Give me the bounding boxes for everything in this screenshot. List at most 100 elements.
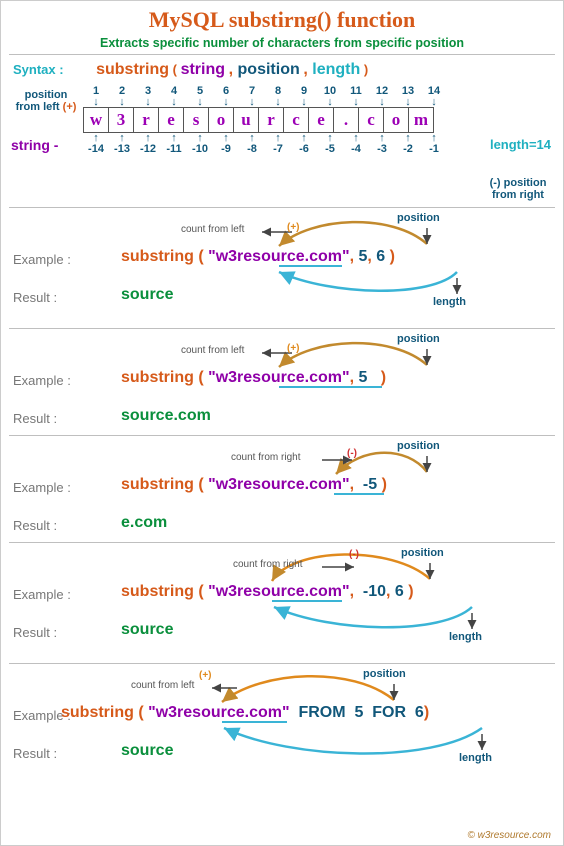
- example-code: substring ( "w3resource.com", -10, 6 ): [121, 583, 414, 601]
- up-arrow-icon: ↑: [213, 133, 239, 143]
- up-arrow-icon: ↑: [291, 133, 317, 143]
- bottom-index: -9: [213, 143, 239, 155]
- top-arrow-row: ↓↓↓↓↓↓↓↓↓↓↓↓↓↓: [83, 97, 447, 107]
- arrows-svg: [1, 664, 563, 792]
- pos-from-right-label: (-) position from right: [483, 177, 553, 201]
- arg-len: 6: [415, 704, 424, 721]
- result-label: Result :: [13, 746, 57, 761]
- minus-sign: (-): [490, 177, 501, 189]
- fn: substring: [121, 369, 194, 386]
- char-cell: m: [408, 107, 434, 133]
- arg-string: "w3resource.com": [208, 369, 349, 386]
- char-cell: r: [258, 107, 284, 133]
- bottom-index: -4: [343, 143, 369, 155]
- example-2: position count from left (+) Example : s…: [1, 329, 563, 435]
- result-value: source.com: [121, 407, 211, 425]
- bottom-index: -12: [135, 143, 161, 155]
- bottom-index: -5: [317, 143, 343, 155]
- up-arrow-icon: ↑: [135, 133, 161, 143]
- result-value: e.com: [121, 514, 167, 532]
- bottom-index: -11: [161, 143, 187, 155]
- from-kw: FROM: [298, 704, 345, 721]
- length-label: length=14: [490, 137, 551, 152]
- down-arrow-icon: ↓: [317, 97, 343, 107]
- pm-annot: (+): [287, 343, 300, 354]
- down-arrow-icon: ↓: [109, 97, 135, 107]
- example-label: Example :: [13, 252, 71, 267]
- char-cell: e: [308, 107, 334, 133]
- pm-annot: (-): [349, 549, 359, 560]
- fn: substring: [121, 248, 194, 265]
- bottom-index: -14: [83, 143, 109, 155]
- syntax-arg-position: position: [238, 61, 300, 78]
- up-arrow-icon: ↑: [109, 133, 135, 143]
- example-label: Example :: [13, 480, 71, 495]
- down-arrow-icon: ↓: [83, 97, 109, 107]
- bottom-index: -3: [369, 143, 395, 155]
- comma: ,: [229, 61, 238, 78]
- string-label: string -: [11, 137, 58, 153]
- bottom-index: -10: [187, 143, 213, 155]
- example-label: Example :: [13, 373, 71, 388]
- char-table: 1234567891011121314 ↓↓↓↓↓↓↓↓↓↓↓↓↓↓ w3res…: [83, 85, 447, 155]
- example-code: substring ( "w3resource.com", 5 ): [121, 369, 386, 387]
- up-arrow-icon: ↑: [343, 133, 369, 143]
- char-row: w3resource.com: [83, 107, 447, 133]
- result-value: source: [121, 742, 173, 760]
- length-annot: length: [459, 752, 492, 764]
- bottom-index: -2: [395, 143, 421, 155]
- length-annot: length: [449, 631, 482, 643]
- fn: substring: [121, 583, 194, 600]
- count-left-annot: count from left: [181, 345, 244, 356]
- char-cell: .: [333, 107, 359, 133]
- up-arrow-icon: ↑: [265, 133, 291, 143]
- syntax-fn: substring: [96, 61, 169, 78]
- char-cell: o: [208, 107, 234, 133]
- arg-pos: -5: [363, 476, 377, 493]
- result-label: Result :: [13, 411, 57, 426]
- result-label: Result :: [13, 518, 57, 533]
- arg-string: "w3resource.com": [208, 476, 349, 493]
- example-5: position count from left (+) length Exam…: [1, 664, 563, 792]
- length-annot: length: [433, 296, 466, 308]
- char-cell: o: [383, 107, 409, 133]
- result-value: source: [121, 621, 173, 639]
- bottom-arrow-row: ↑↑↑↑↑↑↑↑↑↑↑↑↑↑: [83, 133, 447, 143]
- position-annot: position: [363, 668, 406, 680]
- footer-credit: © w3resource.com: [467, 830, 551, 841]
- position-annot: position: [401, 547, 444, 559]
- syntax-arg-length: length: [312, 61, 360, 78]
- result-value: source: [121, 286, 173, 304]
- bottom-index-row: -14-13-12-11-10-9-8-7-6-5-4-3-2-1: [83, 143, 447, 155]
- position-grid: position from left (+) string - length=1…: [11, 85, 553, 205]
- count-left-annot: count from left: [131, 680, 194, 691]
- up-arrow-icon: ↑: [421, 133, 447, 143]
- down-arrow-icon: ↓: [421, 97, 447, 107]
- down-arrow-icon: ↓: [239, 97, 265, 107]
- up-arrow-icon: ↑: [317, 133, 343, 143]
- up-arrow-icon: ↑: [369, 133, 395, 143]
- count-right-annot: count from right: [233, 559, 302, 570]
- page-subtitle: Extracts specific number of characters f…: [1, 33, 563, 54]
- up-arrow-icon: ↑: [83, 133, 109, 143]
- example-code: substring ( "w3resource.com" FROM 5 FOR …: [61, 704, 429, 722]
- bottom-index: -8: [239, 143, 265, 155]
- example-code: substring ( "w3resource.com", 5, 6 ): [121, 248, 395, 266]
- bottom-index: -1: [421, 143, 447, 155]
- down-arrow-icon: ↓: [265, 97, 291, 107]
- fn: substring: [121, 476, 194, 493]
- char-cell: c: [358, 107, 384, 133]
- arrows-svg: [1, 208, 563, 328]
- arg-len: 6: [395, 583, 404, 600]
- bottom-index: -13: [109, 143, 135, 155]
- result-label: Result :: [13, 290, 57, 305]
- pm-annot: (-): [347, 448, 357, 459]
- char-cell: c: [283, 107, 309, 133]
- bottom-index: -7: [265, 143, 291, 155]
- top-index-row: 1234567891011121314: [83, 85, 447, 97]
- close-paren: ): [364, 62, 368, 77]
- bottom-index: -6: [291, 143, 317, 155]
- char-cell: w: [83, 107, 109, 133]
- example-3: position count from right (-) Example : …: [1, 436, 563, 542]
- char-cell: r: [133, 107, 159, 133]
